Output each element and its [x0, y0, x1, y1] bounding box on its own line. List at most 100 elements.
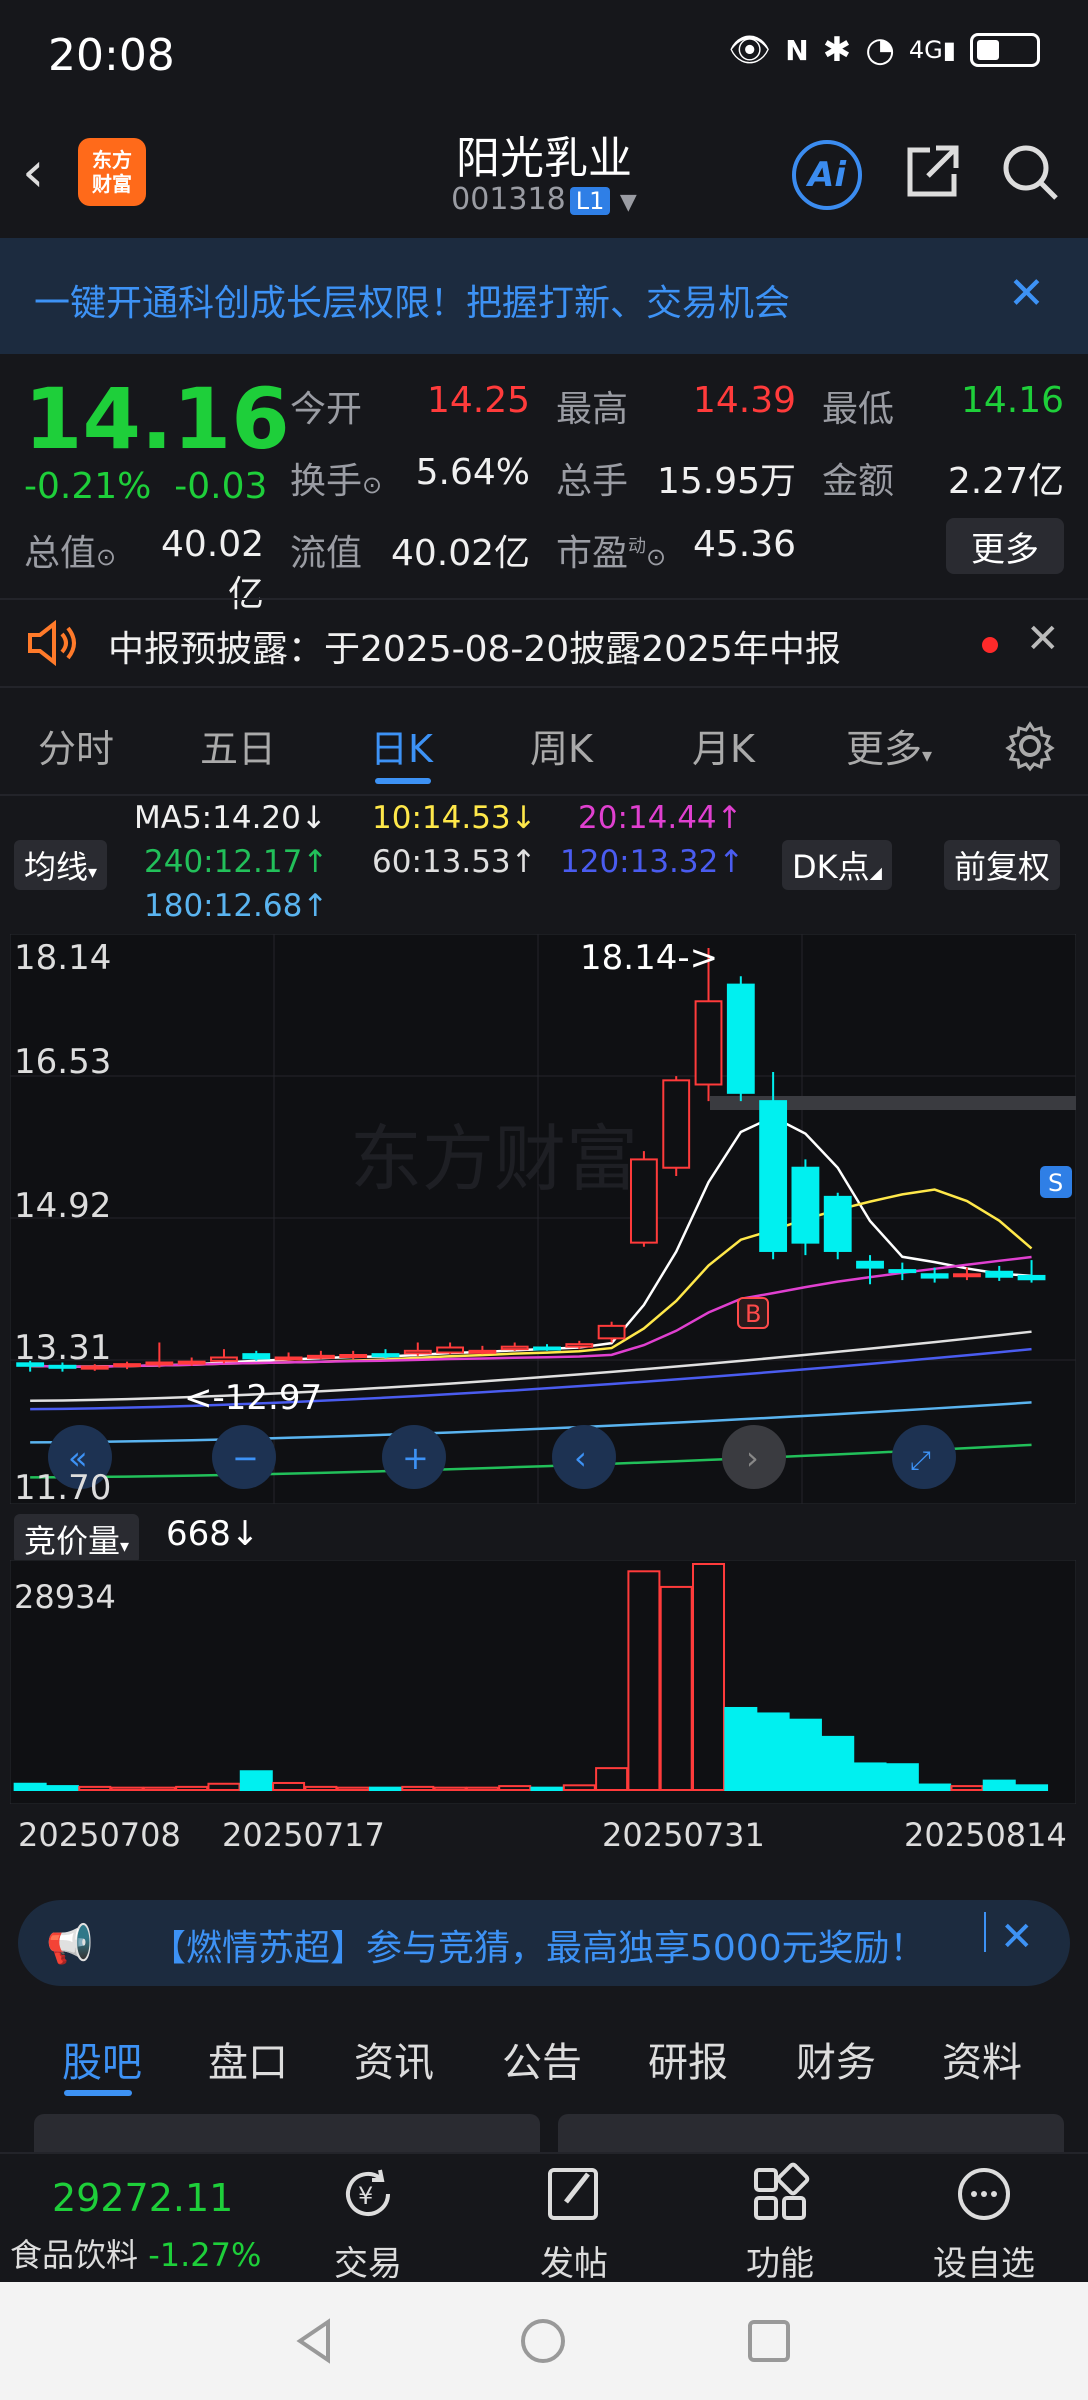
candle-body[interactable]	[597, 1324, 626, 1340]
high-marker: 18.14->	[580, 938, 719, 978]
candle-body[interactable]	[759, 1100, 788, 1252]
mktcap-label: 总值⊙	[24, 524, 116, 576]
gear-icon[interactable]	[1004, 720, 1056, 772]
volume-bar	[142, 1786, 176, 1792]
candle-body[interactable]	[629, 1158, 658, 1244]
eye-icon: 👁	[728, 30, 772, 70]
tab-orderbook[interactable]: 盘口	[208, 2030, 288, 2088]
candle-body[interactable]	[694, 1000, 723, 1086]
tab-announcements[interactable]: 公告	[502, 2030, 582, 2088]
close-icon[interactable]: ✕	[1026, 616, 1060, 662]
tab-profile[interactable]: 资料	[942, 2030, 1022, 2088]
more-button[interactable]: 更多	[946, 518, 1064, 574]
trade-button[interactable]: 交易	[298, 2236, 438, 2285]
function-button[interactable]: 功能	[710, 2236, 850, 2285]
tab-underline	[375, 778, 431, 784]
indicator-select[interactable]: 均线▾	[14, 840, 108, 890]
candle-body[interactable]	[823, 1195, 852, 1252]
candle-body[interactable]	[468, 1349, 497, 1354]
candle-body[interactable]	[533, 1346, 561, 1351]
tab-more[interactable]: 更多▾	[846, 718, 932, 773]
volume-value: 15.95万	[656, 461, 796, 502]
add-watchlist-button[interactable]: 设自选	[914, 2236, 1054, 2285]
dk-point-select[interactable]: DK点◢	[782, 840, 892, 890]
grid-icon[interactable]	[748, 2162, 812, 2226]
watermark: 东方财富	[350, 1120, 638, 1200]
promo-text[interactable]: 一键开通科创成长层权限！把握打新、交易机会	[34, 274, 790, 326]
volume-bar	[272, 1781, 306, 1792]
svg-text:¥: ¥	[358, 2182, 373, 2210]
tab-weekly-k[interactable]: 周K	[530, 718, 593, 773]
tab-intraday[interactable]: 分时	[38, 718, 114, 773]
close-icon[interactable]: ✕	[1008, 268, 1045, 319]
tab-five-day[interactable]: 五日	[200, 718, 276, 773]
candle-body[interactable]	[662, 1079, 691, 1169]
candle-body[interactable]	[920, 1273, 949, 1279]
tab-news[interactable]: 资讯	[354, 2030, 434, 2088]
tab-research[interactable]: 研报	[648, 2030, 728, 2088]
volume-bar	[950, 1785, 984, 1791]
forum-card[interactable]	[34, 2114, 540, 2154]
candle-body[interactable]	[791, 1166, 820, 1244]
volume-bar	[433, 1786, 467, 1792]
tab-forum[interactable]: 股吧	[62, 2030, 142, 2088]
post-button[interactable]: 发帖	[504, 2236, 644, 2285]
candle-body[interactable]	[856, 1260, 884, 1269]
search-icon[interactable]	[998, 140, 1062, 204]
pe-value: 45.36	[692, 524, 796, 565]
info-icon[interactable]: ⊙	[646, 543, 666, 571]
tab-monthly-k[interactable]: 月K	[692, 718, 755, 773]
tab-daily-k[interactable]: 日K	[370, 718, 433, 773]
sector-name: 食品饮料	[10, 2236, 139, 2274]
adjust-select[interactable]: 前复权	[944, 840, 1061, 890]
dk-label: DK点	[792, 848, 870, 886]
volume-bar	[368, 1786, 402, 1792]
candle-body[interactable]	[145, 1361, 174, 1366]
low-value: 14.16	[960, 380, 1064, 421]
trade-icon[interactable]: ¥	[336, 2162, 400, 2226]
volume-indicator-select[interactable]: 竞价量▾	[14, 1514, 140, 1564]
candle-body[interactable]	[210, 1356, 238, 1362]
candle-body[interactable]	[500, 1345, 529, 1351]
candle-body[interactable]	[726, 983, 755, 1094]
candle-body[interactable]	[1017, 1274, 1046, 1281]
volume-bar	[401, 1785, 435, 1791]
nav-home-icon[interactable]	[518, 2316, 568, 2366]
notice-text[interactable]: 中报预披露：于2025-08-20披露2025年中报	[108, 620, 841, 672]
candle-body[interactable]	[565, 1343, 594, 1348]
compose-icon[interactable]	[542, 2162, 606, 2226]
candle-body[interactable]	[242, 1353, 271, 1360]
candle-body[interactable]	[436, 1346, 465, 1354]
volume-bar	[756, 1712, 790, 1791]
candle-body[interactable]	[177, 1360, 206, 1365]
candle-body[interactable]	[371, 1353, 400, 1358]
candle-body[interactable]	[985, 1270, 1014, 1278]
tab-finance[interactable]: 财务	[796, 2030, 876, 2088]
candle-body[interactable]	[306, 1354, 335, 1359]
candle-body[interactable]	[403, 1349, 432, 1355]
volume-chart[interactable]	[10, 1560, 1076, 1804]
zoom-out-glyph: −	[232, 1439, 259, 1477]
candle-body[interactable]	[953, 1273, 981, 1278]
x-date-3: 20250731	[602, 1816, 765, 1854]
candle-body[interactable]	[888, 1269, 917, 1274]
info-icon[interactable]: ⊙	[96, 543, 116, 571]
forum-card[interactable]	[558, 2114, 1064, 2154]
sector-index-value[interactable]: 29272.11	[52, 2176, 233, 2220]
nav-recents-icon[interactable]	[744, 2316, 794, 2366]
contest-text[interactable]: 【燃情苏超】参与竞猜，最高独享5000元奖励！	[150, 1919, 926, 1971]
ai-assistant-icon[interactable]: Ai	[792, 140, 862, 210]
bluetooth-icon: ✱	[822, 30, 852, 70]
share-icon[interactable]	[900, 140, 964, 204]
kline-chart[interactable]: 东方财富 « − + ‹ › ⤢ B S	[10, 934, 1076, 1504]
nav-back-icon[interactable]	[290, 2316, 340, 2366]
more-dots-icon[interactable]	[952, 2162, 1016, 2226]
fullscreen-glyph: ⤢	[910, 1446, 931, 1476]
candle-body[interactable]	[274, 1356, 303, 1361]
sector-index[interactable]: 食品饮料 -1.27%	[10, 2230, 261, 2276]
info-icon[interactable]: ⊙	[362, 471, 382, 499]
candle-body[interactable]	[339, 1353, 368, 1358]
close-icon[interactable]: ✕	[1000, 1914, 1034, 1960]
candle-body[interactable]	[113, 1363, 141, 1368]
high-value: 14.39	[692, 380, 796, 421]
